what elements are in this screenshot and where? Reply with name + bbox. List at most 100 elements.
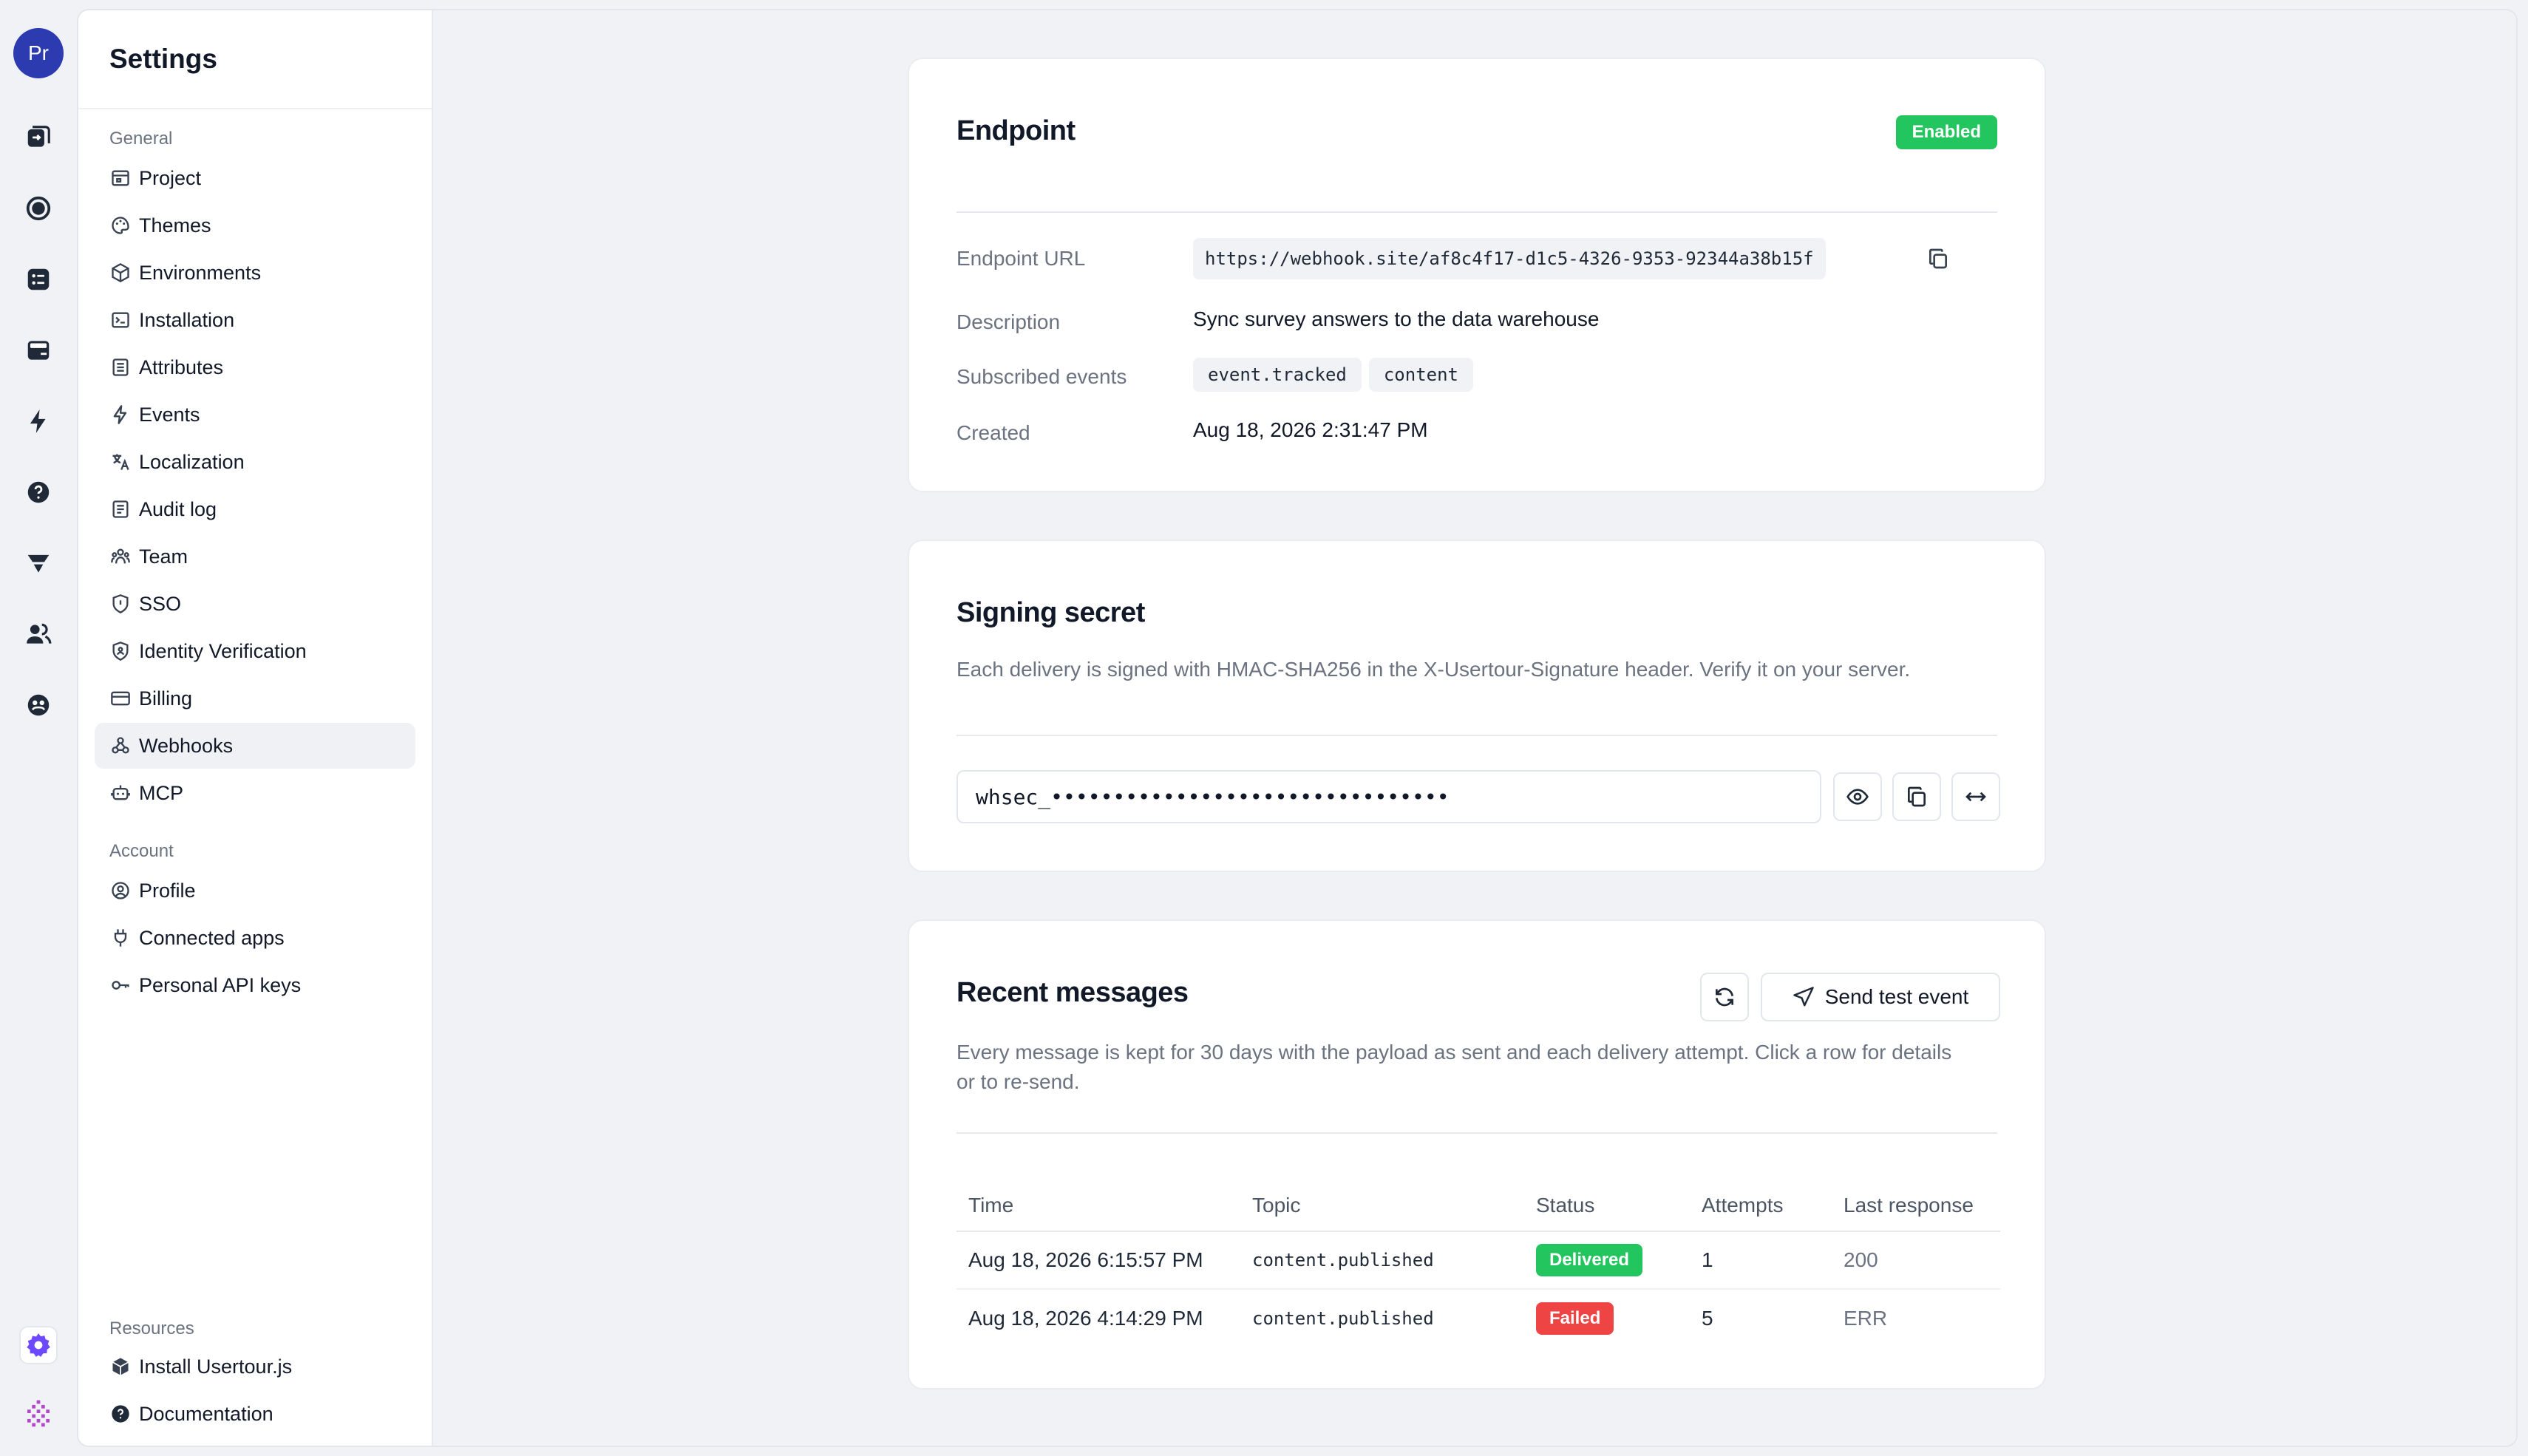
messages-table: Time Topic Status Attempts Last response… [957,1172,2000,1347]
events-label: Subscribed events [957,365,1127,388]
signing-secret-card: Signing secret Each delivery is signed w… [908,540,2046,872]
status-badge: Delivered [1536,1244,1643,1276]
sidebar-item-connected-apps[interactable]: Connected apps [95,915,415,961]
sidebar-item-audit-log[interactable]: Audit log [95,486,415,532]
cell-topic: content.published [1252,1307,1434,1329]
secret-title: Signing secret [957,597,1145,628]
sidebar-item-label: Webhooks [139,734,234,757]
events-bolt-icon[interactable] [19,402,58,440]
sidebar-item-install-usertour-js[interactable]: Install Usertour.js [95,1344,415,1389]
sidebar-item-sso[interactable]: SSO [95,581,415,627]
cell-status: Delivered [1524,1231,1690,1290]
key-icon [109,974,132,996]
endpoint-url-value: https://webhook.site/af8c4f17-d1c5-4326-… [1193,238,1826,279]
reveal-secret-button[interactable] [1833,772,1882,821]
main-shell: Settings General Project Themes Environmen… [77,9,2518,1447]
table-row[interactable]: Aug 18, 2026 6:15:57 PM content.publishe… [957,1231,2000,1290]
sidebar-item-installation[interactable]: Installation [95,297,415,343]
refresh-button[interactable] [1700,973,1749,1021]
sidebar-item-label: Attributes [139,356,224,378]
sidebar-item-billing[interactable]: Billing [95,676,415,721]
secret-input[interactable]: whsec_•••••••••••••••••••••••••••••••• [957,770,1821,823]
sidebar-item-mcp[interactable]: MCP [95,770,415,816]
help-icon [109,1403,132,1425]
sidebar-item-project[interactable]: Project [95,155,415,201]
table-header-row: Time Topic Status Attempts Last response [957,1172,2000,1232]
sidebar-item-identity-verification[interactable]: Identity Verification [95,628,415,674]
project-avatar[interactable]: Pr [13,28,64,78]
copy-url-icon[interactable] [1926,247,1950,271]
eye-icon [1846,789,1869,805]
sidebar-item-label: Installation [139,308,235,331]
sidebar-item-label: Themes [139,214,211,237]
send-icon [1793,987,1814,1007]
banner-icon[interactable] [19,331,58,370]
sidebar-item-label: Billing [139,687,193,710]
checklist-icon[interactable] [19,260,58,299]
sidebar-item-label: Project [139,166,202,189]
table-row[interactable]: Aug 18, 2026 4:14:29 PM content.publishe… [957,1289,2000,1347]
companies-icon[interactable] [19,686,58,724]
sidebar-item-label: Documentation [139,1402,273,1425]
webhook-icon [109,735,132,757]
flows-icon[interactable] [19,118,58,157]
settings-gear-icon[interactable] [19,1326,58,1364]
list-icon [109,356,132,378]
help-circle-icon[interactable] [19,473,58,511]
created-value: Aug 18, 2026 2:31:47 PM [1193,418,1428,441]
cube-icon [109,262,132,284]
cell-time: Aug 18, 2026 6:15:57 PM [957,1231,1240,1290]
bolt-icon [109,404,132,426]
app-logo-icon [19,1394,58,1432]
endpoint-card: Endpoint Enabled Endpoint URL https://we… [908,58,2046,492]
messages-title: Recent messages [957,977,1189,1008]
sidebar-item-label: Localization [139,450,245,473]
users-icon[interactable] [19,615,58,653]
cell-topic: content.published [1240,1231,1524,1290]
sidebar-item-label: Audit log [139,497,217,520]
copy-icon [1908,786,1926,807]
target-icon[interactable] [19,189,58,228]
cell-attempts: 5 [1702,1306,1713,1330]
endpoint-divider [957,211,1997,213]
endpoint-title: Endpoint [957,115,1076,146]
funnel-icon[interactable] [19,544,58,582]
secret-description: Each delivery is signed with HMAC-SHA256… [957,658,1911,681]
sidebar-item-label: Environments [139,261,262,284]
secret-divider [957,735,1997,736]
copy-secret-button[interactable] [1892,772,1941,821]
sidebar-title: Settings [78,10,432,109]
shield-check-icon [109,640,132,662]
col-topic: Topic [1240,1172,1524,1232]
sidebar-item-label: Personal API keys [139,973,302,996]
sidebar-item-themes[interactable]: Themes [95,203,415,248]
sidebar-item-profile[interactable]: Profile [95,868,415,914]
sidebar-item-attributes[interactable]: Attributes [95,344,415,390]
sidebar-item-team[interactable]: Team [95,534,415,579]
cell-response: 200 [1832,1231,2000,1290]
rotate-secret-button[interactable] [1951,772,2000,821]
event-chip: event.tracked [1193,358,1362,392]
sidebar-item-label: SSO [139,592,182,615]
send-test-event-button[interactable]: Send test event [1761,973,2000,1021]
status-badge: Failed [1536,1302,1614,1335]
sidebar-item-environments[interactable]: Environments [95,250,415,296]
settings-sidebar: Settings General Project Themes Environmen… [78,10,433,1446]
card-icon [109,687,132,710]
sidebar-item-personal-api-keys[interactable]: Personal API keys [95,962,415,1008]
sidebar-item-label: Team [139,545,188,568]
cell-attempts: 1 [1690,1231,1832,1290]
user-circle-icon [109,880,132,902]
endpoint-url-label: Endpoint URL [957,247,1086,270]
sidebar-item-webhooks[interactable]: Webhooks [95,723,415,769]
col-status: Status [1524,1172,1690,1232]
sidebar-item-documentation[interactable]: Documentation [95,1391,415,1437]
team-icon [109,545,132,568]
messages-divider [957,1132,1997,1134]
section-general: General [109,129,173,149]
col-last-response: Last response [1832,1172,2000,1232]
sidebar-item-events[interactable]: Events [95,392,415,438]
messages-description: Every message is kept for 30 days with t… [957,1038,2006,1097]
palette-icon [109,214,132,237]
sidebar-item-localization[interactable]: Localization [95,439,415,485]
